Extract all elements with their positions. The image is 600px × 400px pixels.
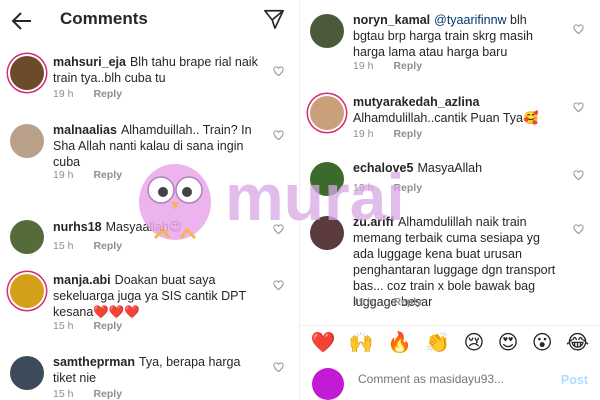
emoji-heart-eyes-button[interactable]: 😍	[498, 331, 519, 353]
reply-button[interactable]: Reply	[393, 296, 422, 308]
like-heart-icon[interactable]	[573, 224, 584, 235]
back-arrow-icon[interactable]	[10, 9, 34, 33]
like-heart-icon[interactable]	[273, 224, 284, 235]
like-heart-icon[interactable]	[573, 102, 584, 113]
avatar[interactable]	[10, 356, 44, 390]
emoji-raised-hands-button[interactable]: 🙌	[349, 331, 374, 353]
emoji-heart-button[interactable]: ❤️	[311, 331, 336, 353]
avatar[interactable]	[10, 220, 44, 254]
comment-time: 19 h	[53, 169, 74, 181]
comment-meta: 15 h Reply	[53, 388, 122, 400]
comments-header: Comments	[0, 0, 299, 40]
comment-username[interactable]: samtheprman	[53, 355, 135, 369]
avatar[interactable]	[310, 14, 344, 48]
like-heart-icon[interactable]	[273, 280, 284, 291]
comment-meta: 19 h Reply	[53, 88, 122, 100]
comment-time: 19 h	[353, 182, 374, 194]
comment-mention[interactable]: @tyaarifinnw	[434, 13, 506, 27]
comment-text: mutyarakedah_azlina Alhamdulillah..cantik…	[353, 94, 558, 126]
emoji-laughing-button[interactable]: 😂	[566, 331, 589, 353]
comments-panel-left: Comments mahsuri_eja Blh tahu brape rial …	[0, 0, 300, 400]
comment-username[interactable]: zu.ariff	[353, 215, 394, 229]
comment-time: 19 h	[53, 88, 74, 100]
comment-meta: 19 h Reply	[353, 128, 422, 140]
like-heart-icon[interactable]	[273, 66, 284, 77]
comment-text: echalove5 MasyaAllah	[353, 160, 558, 176]
comment-time: 19 h	[353, 296, 374, 308]
avatar[interactable]	[10, 56, 44, 90]
comment-time: 19 h	[353, 128, 374, 140]
comment-username[interactable]: echalove5	[353, 161, 413, 175]
comment-meta: 15 h Reply	[53, 320, 122, 332]
comment-meta: 19 h Reply	[353, 182, 422, 194]
reply-button[interactable]: Reply	[93, 240, 122, 252]
comment-text: manja.abi Doakan buat saya sekeluarga jug…	[53, 272, 258, 320]
page-title: Comments	[60, 9, 148, 28]
avatar	[312, 368, 344, 400]
comment-text: nurhs18 Masyaallah😍	[53, 219, 258, 235]
quick-emoji-bar: ❤️ 🙌 🔥 👏 😢 😍 😮 😂	[300, 325, 600, 357]
emoji-clap-button[interactable]: 👏	[425, 331, 450, 353]
reply-button[interactable]: Reply	[393, 128, 422, 140]
comment-username[interactable]: mahsuri_eja	[53, 55, 126, 69]
reply-button[interactable]: Reply	[393, 182, 422, 194]
comment-meta: 19 h Reply	[353, 60, 422, 72]
emoji-fire-button[interactable]: 🔥	[387, 331, 412, 353]
comment-username[interactable]: nurhs18	[53, 220, 102, 234]
comment-meta: 19 h Reply	[53, 169, 122, 181]
avatar[interactable]	[10, 274, 44, 308]
like-heart-icon[interactable]	[573, 170, 584, 181]
comment-body: Masyaallah😍	[105, 220, 182, 234]
comment-composer: Post	[300, 360, 600, 400]
comment-username[interactable]: mutyarakedah_azlina	[353, 95, 479, 109]
reply-button[interactable]: Reply	[393, 60, 422, 72]
comment-meta: 19 h Reply	[353, 296, 422, 308]
post-button[interactable]: Post	[561, 373, 588, 387]
like-heart-icon[interactable]	[273, 362, 284, 373]
comment-time: 15 h	[53, 320, 74, 332]
reply-button[interactable]: Reply	[93, 388, 122, 400]
comment-text: malnaalias Alhamduillah.. Train? In Sha A…	[53, 122, 258, 170]
comment-username[interactable]: malnaalias	[53, 123, 117, 137]
comment-text: noryn_kamal @tyaarifinnw blh bgtau brp ha…	[353, 12, 558, 60]
avatar[interactable]	[310, 96, 344, 130]
direct-send-icon[interactable]	[263, 8, 285, 30]
comment-text: mahsuri_eja Blh tahu brape rial naik trai…	[53, 54, 258, 86]
reply-button[interactable]: Reply	[93, 88, 122, 100]
reply-button[interactable]: Reply	[93, 169, 122, 181]
comment-username[interactable]: manja.abi	[53, 273, 111, 287]
comment-text: samtheprman Tya, berapa harga tiket nie	[53, 354, 258, 386]
comment-body: Alhamdulillah naik train memang terbaik …	[353, 215, 556, 309]
comment-body: MasyaAllah	[417, 161, 483, 175]
comment-time: 15 h	[53, 388, 74, 400]
avatar[interactable]	[10, 124, 44, 158]
avatar[interactable]	[310, 216, 344, 250]
comment-time: 19 h	[353, 60, 374, 72]
emoji-crying-button[interactable]: 😢	[463, 331, 484, 353]
emoji-surprised-button[interactable]: 😮	[532, 331, 553, 353]
comment-username[interactable]: noryn_kamal	[353, 13, 430, 27]
comment-input[interactable]	[358, 372, 548, 386]
reply-button[interactable]: Reply	[93, 320, 122, 332]
comment-body: Alhamdulillah..cantik Puan Tya🥰	[353, 111, 539, 125]
like-heart-icon[interactable]	[573, 24, 584, 35]
avatar[interactable]	[310, 162, 344, 196]
comment-meta: 15 h Reply	[53, 240, 122, 252]
like-heart-icon[interactable]	[273, 130, 284, 141]
comment-time: 15 h	[53, 240, 74, 252]
